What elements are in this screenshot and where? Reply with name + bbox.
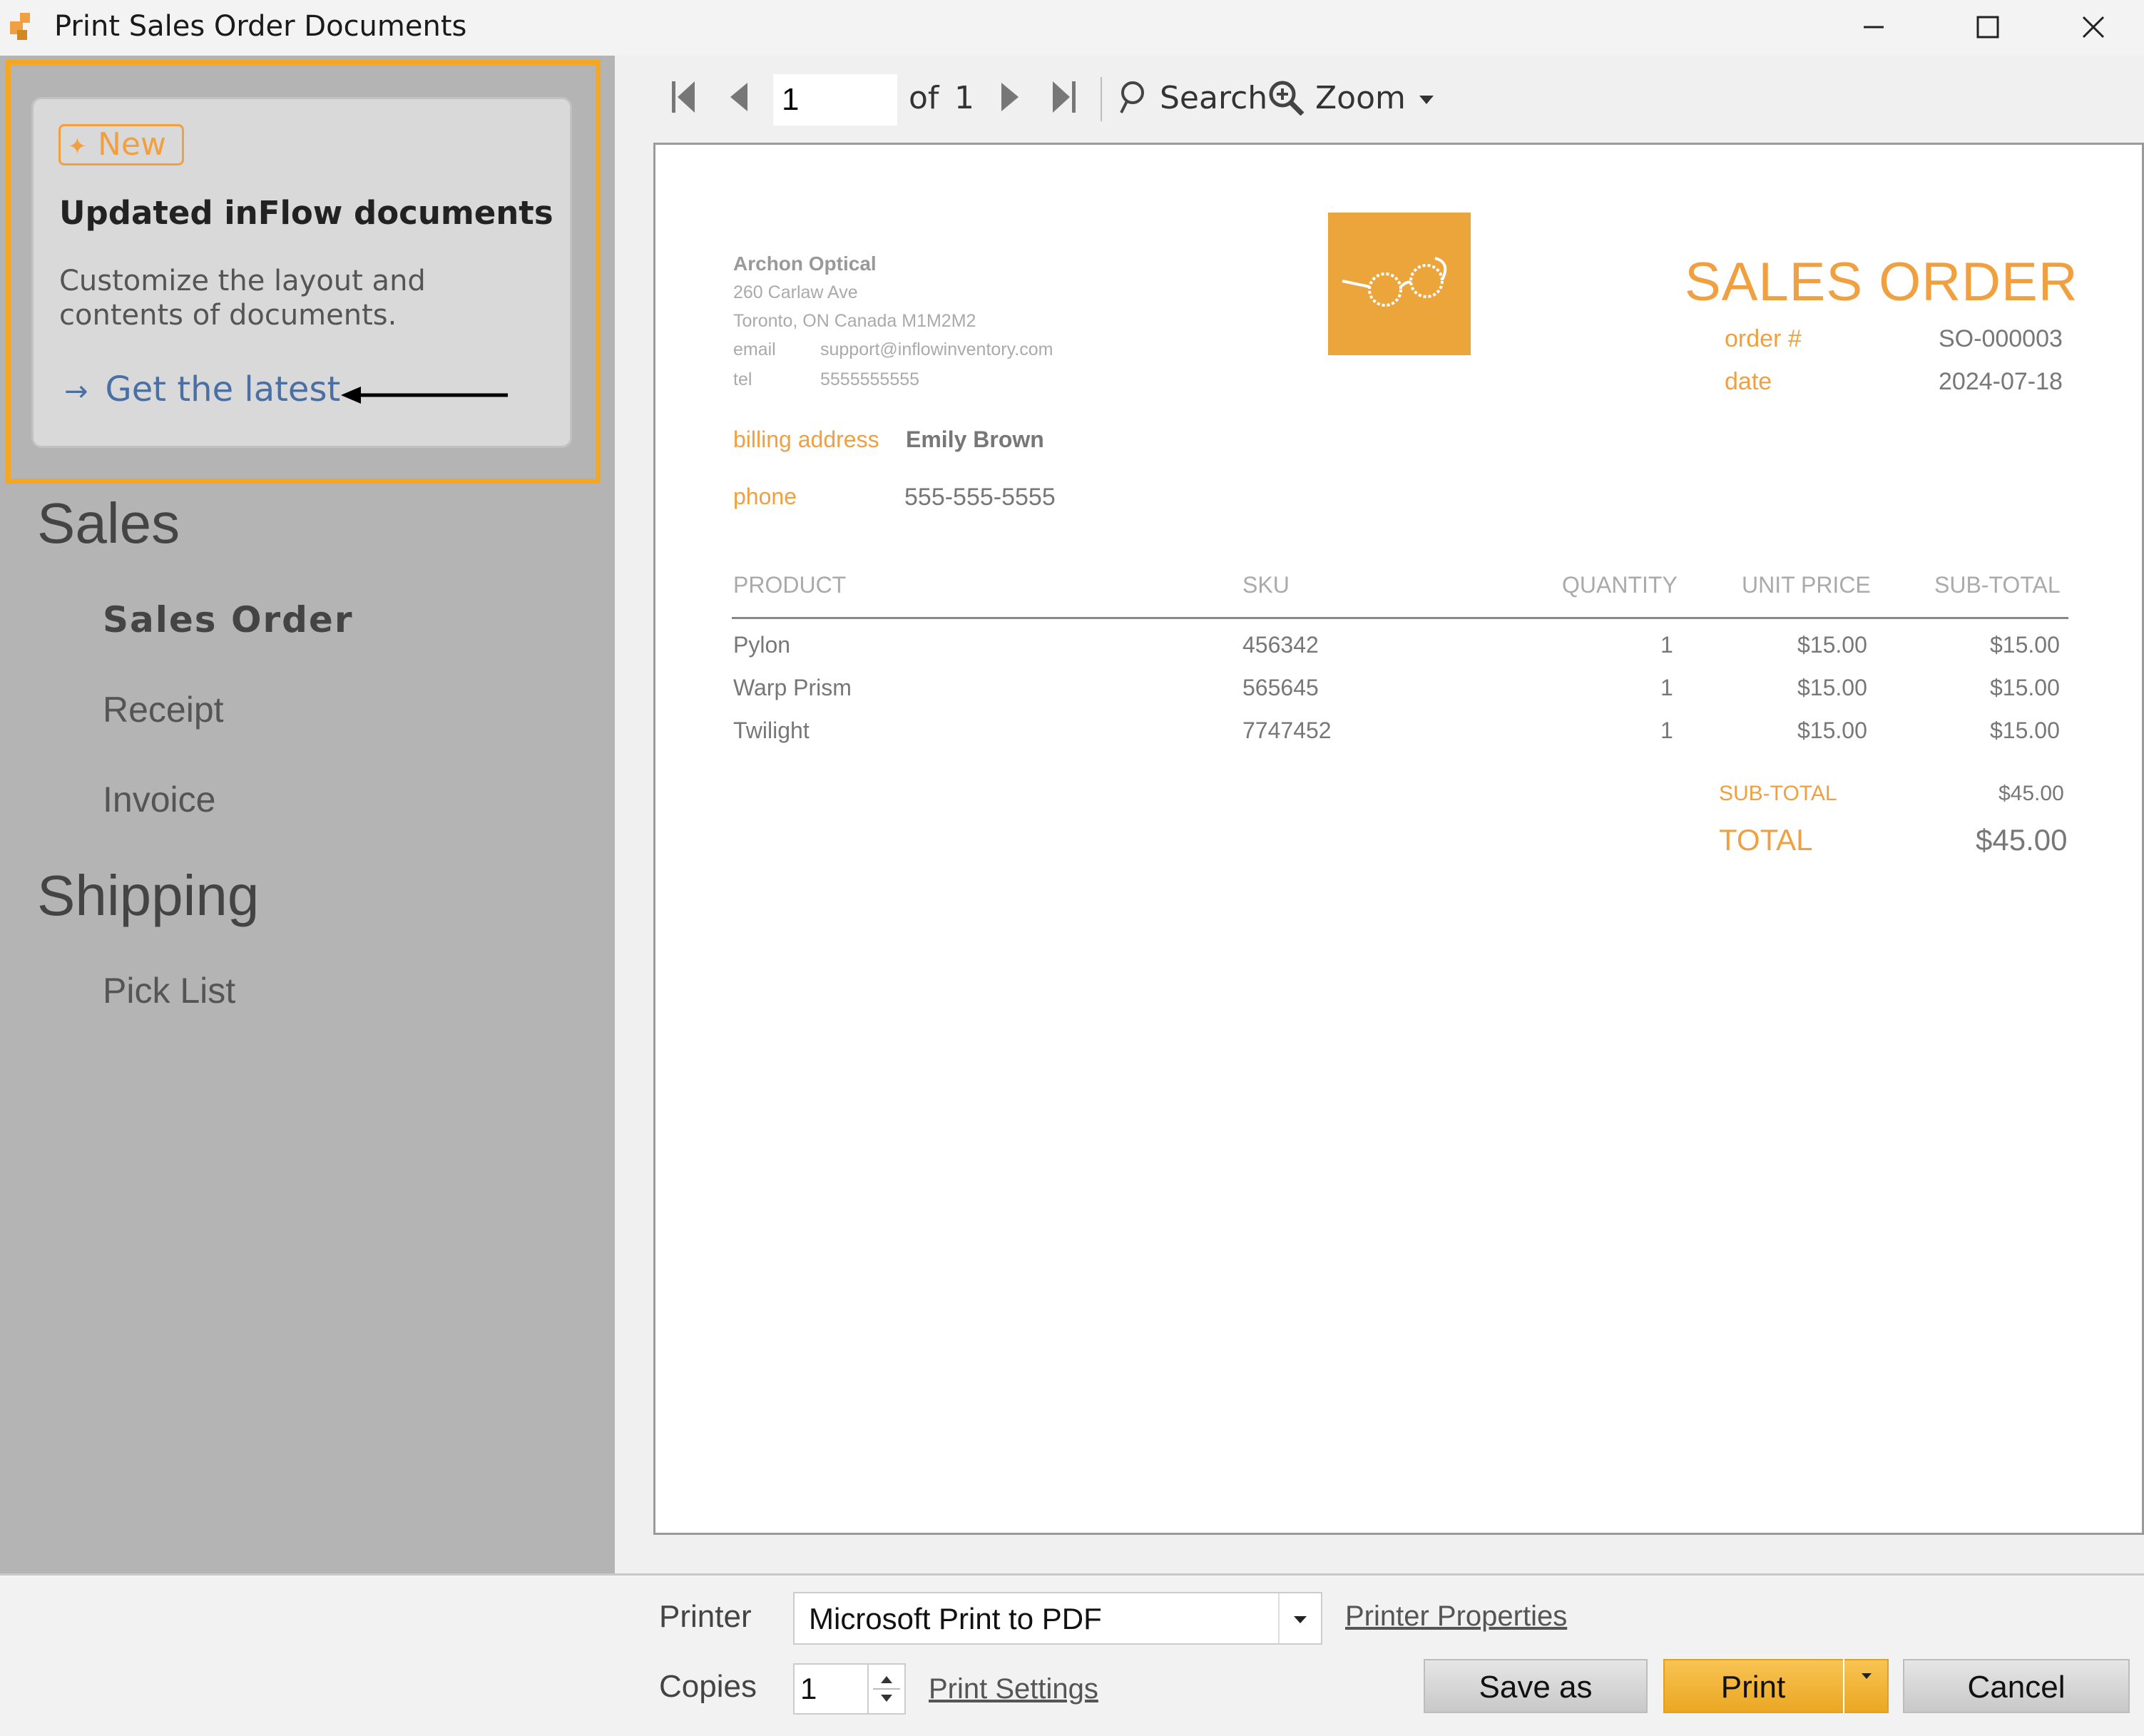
promo-title: Updated inFlow documents xyxy=(59,194,553,232)
chevron-down-icon xyxy=(1294,1616,1307,1623)
total-pages: 1 xyxy=(954,80,974,116)
row-sku: 565645 xyxy=(1242,675,1319,700)
promo-description: Customize the layout and contents of doc… xyxy=(59,265,426,332)
row-sku: 456342 xyxy=(1242,632,1319,658)
col-unit-price: UNIT PRICE xyxy=(1742,572,1871,598)
row-qty: 1 xyxy=(1660,718,1673,743)
company-tel-label: tel xyxy=(733,369,752,389)
zoom-dropdown-icon[interactable] xyxy=(1418,94,1435,106)
nav-item-invoice[interactable]: Invoice xyxy=(103,779,215,820)
total-label: TOTAL xyxy=(1719,823,1813,857)
toolbar-separator xyxy=(1101,77,1102,121)
first-page-icon[interactable] xyxy=(669,78,698,116)
printer-properties-link[interactable]: Printer Properties xyxy=(1345,1600,1567,1633)
cancel-button[interactable]: Cancel xyxy=(1903,1659,2130,1713)
col-sub-total: SUB-TOTAL xyxy=(1934,572,2061,598)
company-name: Archon Optical xyxy=(733,252,877,275)
row-product: Pylon xyxy=(733,632,791,658)
close-button[interactable] xyxy=(2043,0,2144,56)
row-unit-price: $15.00 xyxy=(1797,718,1867,743)
order-number-label: order # xyxy=(1725,325,1802,352)
of-label: of xyxy=(909,80,939,116)
zoom-icon[interactable] xyxy=(1267,78,1307,116)
title-bar: Print Sales Order Documents xyxy=(0,0,2144,56)
window-title: Print Sales Order Documents xyxy=(54,10,467,43)
copies-label: Copies xyxy=(659,1669,757,1704)
row-sub-total: $15.00 xyxy=(1990,718,2060,743)
printer-select-value: Microsoft Print to PDF xyxy=(809,1602,1102,1635)
zoom-label[interactable]: Zoom xyxy=(1315,80,1406,116)
row-sku: 7747452 xyxy=(1242,718,1332,743)
col-quantity: QUANTITY xyxy=(1562,572,1678,598)
subtotal-label: SUB-TOTAL xyxy=(1719,782,1837,805)
get-latest-link[interactable]: → Get the latest xyxy=(64,369,340,409)
row-sub-total: $15.00 xyxy=(1990,632,2060,658)
row-unit-price: $15.00 xyxy=(1797,675,1867,700)
search-label[interactable]: Search xyxy=(1160,80,1267,116)
print-options-dropdown[interactable] xyxy=(1843,1659,1889,1713)
previous-page-icon[interactable] xyxy=(728,78,750,116)
inflow-app-icon xyxy=(10,13,30,40)
phone-value: 555-555-5555 xyxy=(904,484,1056,511)
company-email: support@inflowinventory.com xyxy=(820,339,1053,359)
total-value: $45.00 xyxy=(1976,823,2068,857)
printer-dropdown-button[interactable] xyxy=(1278,1593,1321,1643)
printer-label: Printer xyxy=(659,1599,752,1634)
table-header-divider xyxy=(732,617,2068,619)
category-shipping: Shipping xyxy=(37,864,260,927)
nav-item-sales-order[interactable]: Sales Order xyxy=(103,599,354,640)
col-product: PRODUCT xyxy=(733,572,847,598)
document-title: SALES ORDER xyxy=(1685,252,2078,312)
save-as-button[interactable]: Save as xyxy=(1424,1659,1648,1713)
arrow-right-icon: → xyxy=(64,375,88,408)
printer-select[interactable]: Microsoft Print to PDF xyxy=(793,1592,1322,1645)
new-badge-label: New xyxy=(98,126,166,163)
nav-item-receipt[interactable]: Receipt xyxy=(103,689,224,730)
copies-stepper[interactable]: 1 xyxy=(793,1663,906,1715)
annotation-arrow-icon xyxy=(341,387,508,404)
glasses-logo-icon xyxy=(1342,257,1447,307)
print-button-label: Print xyxy=(1720,1670,1786,1705)
subtotal-value: $45.00 xyxy=(1998,782,2064,805)
company-email-label: email xyxy=(733,339,776,359)
date-label: date xyxy=(1725,368,1772,395)
row-unit-price: $15.00 xyxy=(1797,632,1867,658)
company-address-line2: Toronto, ON Canada M1M2M2 xyxy=(733,311,976,331)
row-sub-total: $15.00 xyxy=(1990,675,2060,700)
row-product: Warp Prism xyxy=(733,675,852,700)
billing-name: Emily Brown xyxy=(906,427,1044,452)
company-address-line1: 260 Carlaw Ave xyxy=(733,282,858,302)
phone-label: phone xyxy=(733,484,797,509)
billing-address-label: billing address xyxy=(733,427,879,452)
company-logo xyxy=(1328,213,1471,355)
nav-item-pick-list[interactable]: Pick List xyxy=(103,970,235,1011)
page-number-input[interactable] xyxy=(773,74,897,126)
copies-value: 1 xyxy=(800,1672,817,1705)
last-page-icon[interactable] xyxy=(1050,78,1078,116)
search-icon[interactable] xyxy=(1118,78,1147,116)
minimize-icon xyxy=(1864,26,1884,29)
order-number: SO-000003 xyxy=(1939,325,2063,352)
order-date: 2024-07-18 xyxy=(1939,368,2063,395)
company-tel: 5555555555 xyxy=(820,369,920,389)
next-page-icon[interactable] xyxy=(999,78,1021,116)
category-sales: Sales xyxy=(37,491,180,555)
col-sku: SKU xyxy=(1242,572,1290,598)
sparkle-icon: ✦ xyxy=(68,133,87,160)
close-icon xyxy=(2082,16,2105,39)
chevron-down-icon xyxy=(1862,1673,1872,1679)
minimize-button[interactable] xyxy=(1815,0,1929,56)
maximize-icon xyxy=(1976,16,1999,39)
maximize-button[interactable] xyxy=(1929,0,2043,56)
new-badge: ✦ New xyxy=(58,124,184,165)
print-settings-link[interactable]: Print Settings xyxy=(929,1673,1098,1705)
row-product: Twilight xyxy=(733,718,810,743)
row-qty: 1 xyxy=(1660,632,1673,658)
get-latest-label: Get the latest xyxy=(105,369,341,409)
spinner-arrows-icon xyxy=(873,1676,900,1702)
copies-spinner[interactable] xyxy=(867,1665,904,1713)
row-qty: 1 xyxy=(1660,675,1673,700)
